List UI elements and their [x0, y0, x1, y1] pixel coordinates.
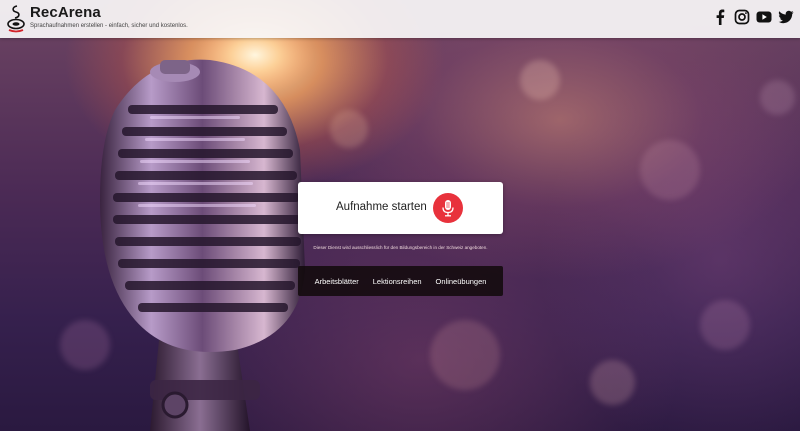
brand-title[interactable]: RecArena — [30, 4, 101, 21]
nav-link-onlineuebungen[interactable]: Onlineübungen — [436, 277, 487, 286]
instagram-icon[interactable] — [734, 9, 750, 25]
service-notice: Dieser Dienst wird ausschliesslich für d… — [313, 245, 488, 250]
start-recording-card[interactable]: Aufnahme starten — [298, 182, 503, 234]
social-links — [712, 9, 794, 25]
facebook-icon[interactable] — [712, 9, 728, 25]
site-header: RecArena Sprachaufnahmen erstellen - ein… — [0, 0, 800, 38]
record-button[interactable] — [433, 193, 463, 223]
microphone-icon — [442, 200, 454, 217]
twitter-icon[interactable] — [778, 9, 794, 25]
resource-nav: Arbeitsblätter Lektionsreihen Onlineübun… — [298, 266, 503, 296]
youtube-icon[interactable] — [756, 9, 772, 25]
start-recording-label[interactable]: Aufnahme starten — [336, 201, 427, 213]
brand-tagline: Sprachaufnahmen erstellen - einfach, sic… — [30, 23, 188, 29]
nav-link-arbeitsblaetter[interactable]: Arbeitsblätter — [315, 277, 359, 286]
nav-link-lektionsreihen[interactable]: Lektionsreihen — [373, 277, 422, 286]
recarena-logo-icon[interactable] — [6, 4, 26, 34]
